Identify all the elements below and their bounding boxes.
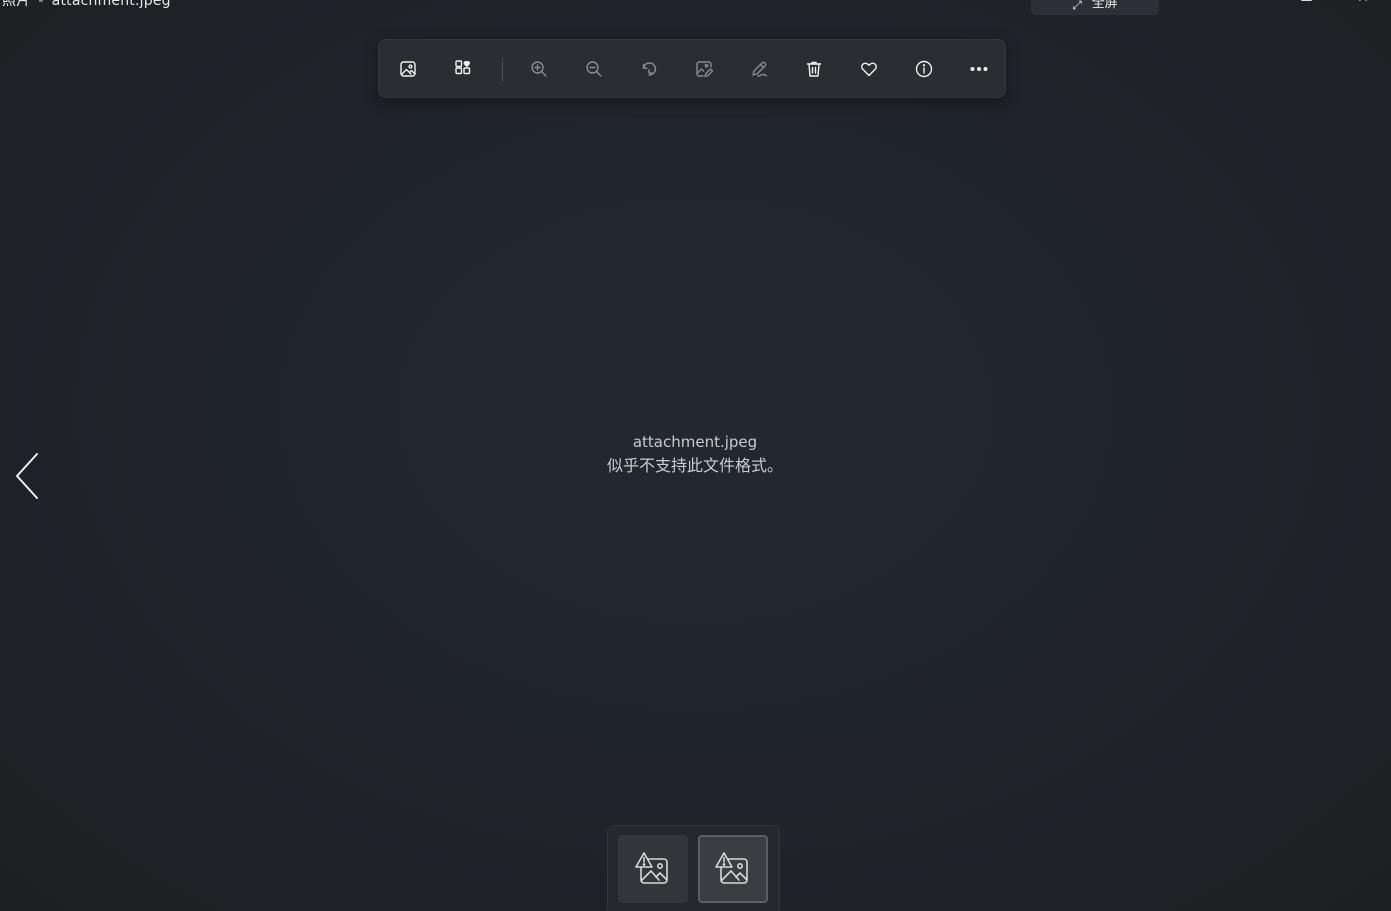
add-to-album-button[interactable] <box>445 51 481 87</box>
markup-pen-icon <box>752 61 768 77</box>
delete-icon <box>806 61 822 77</box>
broken-image-icon <box>635 852 668 884</box>
favorite-button[interactable] <box>851 51 887 87</box>
thumbnail-item-selected[interactable] <box>698 835 768 903</box>
zoom-out-button[interactable] <box>576 51 612 87</box>
window-title: 照片 - attachment.jpeg <box>2 0 171 10</box>
filmstrip <box>607 825 780 911</box>
unsupported-format-message: attachment.jpeg 似乎不支持此文件格式。 <box>495 432 895 477</box>
info-icon <box>915 60 933 78</box>
more-options-icon <box>970 67 988 71</box>
close-icon: ✕ <box>1357 0 1369 6</box>
edit-image-button[interactable] <box>686 51 722 87</box>
maximize-icon <box>1301 0 1312 1</box>
add-to-album-icon <box>455 60 471 75</box>
zoom-in-button[interactable] <box>521 51 557 87</box>
chevron-left-icon <box>16 453 38 499</box>
broken-image-icon <box>715 852 748 884</box>
close-button[interactable]: ✕ <box>1355 0 1371 6</box>
zoom-in-icon <box>531 61 547 77</box>
fullscreen-button[interactable]: ⤢ 全屏 <box>1031 0 1159 15</box>
photos-viewer-window: 照片-attachment.jpeg ⤢ 全屏 ✕ <box>0 0 1391 911</box>
image-toolbar <box>378 39 1006 98</box>
thumbnail-item[interactable] <box>618 835 688 903</box>
rotate-icon <box>642 62 657 76</box>
expand-icon: ⤢ <box>1072 0 1082 12</box>
file-name-label: attachment.jpeg <box>632 433 758 451</box>
zoom-out-icon <box>586 61 602 77</box>
info-button[interactable] <box>906 51 942 87</box>
delete-button[interactable] <box>796 51 832 87</box>
more-options-button[interactable] <box>961 51 997 87</box>
view-image-button[interactable] <box>390 51 426 87</box>
favorite-heart-icon <box>861 62 877 77</box>
file-title: attachment.jpeg <box>51 0 171 9</box>
rotate-button[interactable] <box>631 51 667 87</box>
edit-image-icon <box>696 61 714 78</box>
app-name: 照片 <box>2 0 31 9</box>
title-bar: 照片-attachment.jpeg ⤢ 全屏 ✕ <box>0 0 1391 15</box>
error-text: 似乎不支持此文件格式。 <box>606 456 783 475</box>
previous-image-button[interactable] <box>8 446 48 506</box>
maximize-button[interactable] <box>1298 0 1314 4</box>
view-image-icon <box>400 61 416 77</box>
title-separator: - <box>38 0 44 9</box>
toolbar-divider <box>502 58 503 82</box>
markup-button[interactable] <box>741 51 777 87</box>
fullscreen-label: 全屏 <box>1091 0 1118 11</box>
